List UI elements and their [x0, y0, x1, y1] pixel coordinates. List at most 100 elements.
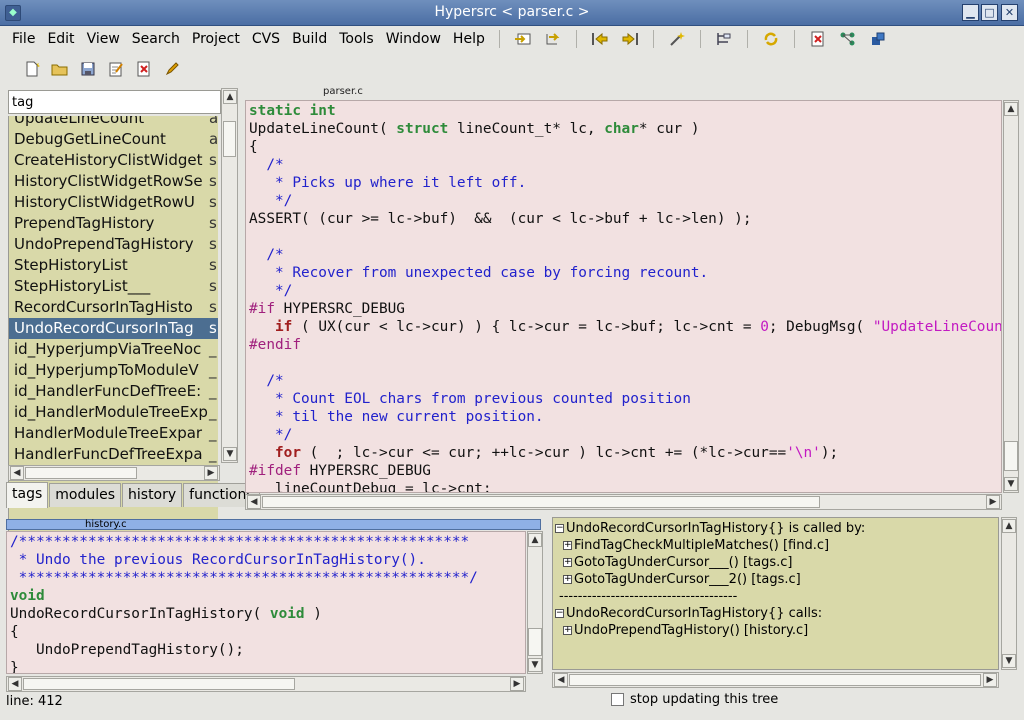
tab-modules[interactable]: modules [49, 483, 122, 507]
tag-row[interactable]: id_HandlerModuleTreeExp _ [9, 402, 218, 423]
tag-row[interactable]: HistoryClistWidgetRowSe s [9, 171, 218, 192]
expand-icon[interactable]: + [563, 558, 572, 567]
magic-wand-icon[interactable] [666, 28, 688, 50]
minimize-button[interactable]: ▁ [962, 4, 979, 21]
new-file-icon[interactable] [21, 58, 43, 80]
editor-vscrollbar[interactable]: ▲ ▼ [1003, 100, 1019, 493]
scroll-thumb[interactable] [23, 678, 295, 690]
tag-row[interactable]: UndoPrependTagHistory s [9, 234, 218, 255]
scroll-up-arrow-icon[interactable]: ▲ [1002, 519, 1016, 533]
tag-row[interactable]: id_HyperjumpToModuleV _ [9, 360, 218, 381]
scroll-down-arrow-icon[interactable]: ▼ [1002, 654, 1016, 668]
scroll-up-arrow-icon[interactable]: ▲ [223, 90, 237, 104]
tree-node[interactable]: + GotoTagUnderCursor___() [tags.c] [553, 554, 998, 571]
calltree-hscrollbar[interactable]: ◀ ▶ [552, 672, 999, 688]
module-icon[interactable] [867, 28, 889, 50]
code-editor-2[interactable]: /***************************************… [6, 531, 526, 674]
tag-row[interactable]: id_HandlerFuncDefTreeE: _ [9, 381, 218, 402]
hyperjump-icon[interactable] [512, 28, 534, 50]
back-arrow-icon[interactable] [589, 28, 611, 50]
scroll-up-arrow-icon[interactable]: ▲ [1004, 102, 1018, 116]
tag-row-selected[interactable]: UndoRecordCursorInTag s [9, 318, 218, 339]
menu-build[interactable]: Build [286, 31, 333, 47]
scroll-left-arrow-icon[interactable]: ◀ [554, 673, 568, 687]
maximize-button[interactable]: □ [981, 4, 998, 21]
tag-row[interactable]: DebugGetLineCount a [9, 129, 218, 150]
graph-icon[interactable] [837, 28, 859, 50]
tag-row[interactable]: id_HyperjumpViaTreeNoc _ [9, 339, 218, 360]
code-editor[interactable]: static int UpdateLineCount( struct lineC… [245, 100, 1002, 493]
tree-node[interactable]: + FindTagCheckMultipleMatches() [find.c] [553, 537, 998, 554]
scroll-thumb[interactable] [569, 674, 981, 686]
scroll-right-arrow-icon[interactable]: ▶ [204, 466, 218, 480]
scroll-right-arrow-icon[interactable]: ▶ [510, 677, 524, 691]
tree-view-icon[interactable] [713, 28, 735, 50]
save-icon[interactable] [77, 58, 99, 80]
tree-node[interactable]: + GotoTagUnderCursor___2() [tags.c] [553, 571, 998, 588]
menu-cvs[interactable]: CVS [246, 31, 286, 47]
menu-tools[interactable]: Tools [333, 31, 380, 47]
tag-row[interactable]: HandlerModuleTreeExpar _ [9, 423, 218, 444]
menu-search[interactable]: Search [126, 31, 186, 47]
menu-window[interactable]: Window [380, 31, 447, 47]
close-file-icon[interactable] [807, 28, 829, 50]
calltree-vscrollbar[interactable]: ▲ ▼ [1001, 517, 1017, 670]
tab-history[interactable]: history [122, 483, 183, 507]
scroll-thumb[interactable] [223, 121, 236, 157]
scroll-left-arrow-icon[interactable]: ◀ [247, 495, 261, 509]
expand-icon[interactable]: + [563, 575, 572, 584]
scroll-up-arrow-icon[interactable]: ▲ [528, 533, 542, 547]
tab-tags[interactable]: tags [6, 482, 49, 508]
tag-search-input[interactable] [8, 90, 221, 114]
scroll-down-arrow-icon[interactable]: ▼ [1004, 477, 1018, 491]
scroll-down-arrow-icon[interactable]: ▼ [223, 447, 237, 461]
forward-arrow-icon[interactable] [619, 28, 641, 50]
menu-edit[interactable]: Edit [41, 31, 80, 47]
tree-node[interactable]: − UndoRecordCursorInTagHistory{} is calle… [553, 520, 998, 537]
tag-row[interactable]: HandlerFuncDefTreeExpa _ [9, 444, 218, 465]
menu-view[interactable]: View [81, 31, 126, 47]
tag-list-vscrollbar[interactable]: ▲ ▼ [221, 88, 238, 463]
scroll-thumb[interactable] [528, 628, 542, 656]
stop-updating-checkbox[interactable] [611, 693, 624, 706]
pencil-icon[interactable] [161, 58, 183, 80]
tag-row[interactable]: StepHistoryList___ s [9, 276, 218, 297]
scroll-thumb[interactable] [262, 496, 820, 508]
tree-node[interactable]: + UndoPrependTagHistory() [history.c] [553, 622, 998, 639]
scroll-thumb[interactable] [1004, 441, 1018, 471]
scroll-down-arrow-icon[interactable]: ▼ [528, 658, 542, 672]
tree-node[interactable]: − UndoRecordCursorInTagHistory{} calls: [553, 605, 998, 622]
code-text[interactable]: static int UpdateLineCount( struct lineC… [246, 101, 1001, 492]
stop-updating-label[interactable]: stop updating this tree [630, 692, 778, 707]
expand-icon[interactable]: + [563, 541, 572, 550]
close-button[interactable]: ✕ [1001, 4, 1018, 21]
scroll-left-arrow-icon[interactable]: ◀ [10, 466, 24, 480]
menu-help[interactable]: Help [447, 31, 491, 47]
edit-file-icon[interactable] [105, 58, 127, 80]
delete-file-icon[interactable] [133, 58, 155, 80]
stop-updating-row[interactable]: stop updating this tree [611, 692, 778, 707]
menu-file[interactable]: File [6, 31, 41, 47]
editor2-vscrollbar[interactable]: ▲ ▼ [527, 531, 543, 674]
tag-row[interactable]: StepHistoryList s [9, 255, 218, 276]
tag-list-hscrollbar[interactable]: ◀ ▶ [8, 465, 220, 481]
jump-back-icon[interactable] [542, 28, 564, 50]
scroll-left-arrow-icon[interactable]: ◀ [8, 677, 22, 691]
editor2-hscrollbar[interactable]: ◀ ▶ [6, 676, 526, 692]
collapse-icon[interactable]: − [555, 609, 564, 618]
collapse-icon[interactable]: − [555, 524, 564, 533]
open-folder-icon[interactable] [49, 58, 71, 80]
tag-row[interactable]: UpdateLineCount a [9, 116, 218, 129]
refresh-icon[interactable] [760, 28, 782, 50]
tag-row[interactable]: CreateHistoryClistWidget s [9, 150, 218, 171]
code-text-2[interactable]: /***************************************… [7, 532, 525, 673]
tag-row[interactable]: HistoryClistWidgetRowU s [9, 192, 218, 213]
scroll-thumb[interactable] [25, 467, 137, 479]
menu-project[interactable]: Project [186, 31, 246, 47]
expand-icon[interactable]: + [563, 626, 572, 635]
scroll-right-arrow-icon[interactable]: ▶ [986, 495, 1000, 509]
editor-hscrollbar[interactable]: ◀ ▶ [245, 494, 1002, 510]
tag-row[interactable]: RecordCursorInTagHisto s [9, 297, 218, 318]
tag-row[interactable]: PrependTagHistory s [9, 213, 218, 234]
scroll-right-arrow-icon[interactable]: ▶ [983, 673, 997, 687]
